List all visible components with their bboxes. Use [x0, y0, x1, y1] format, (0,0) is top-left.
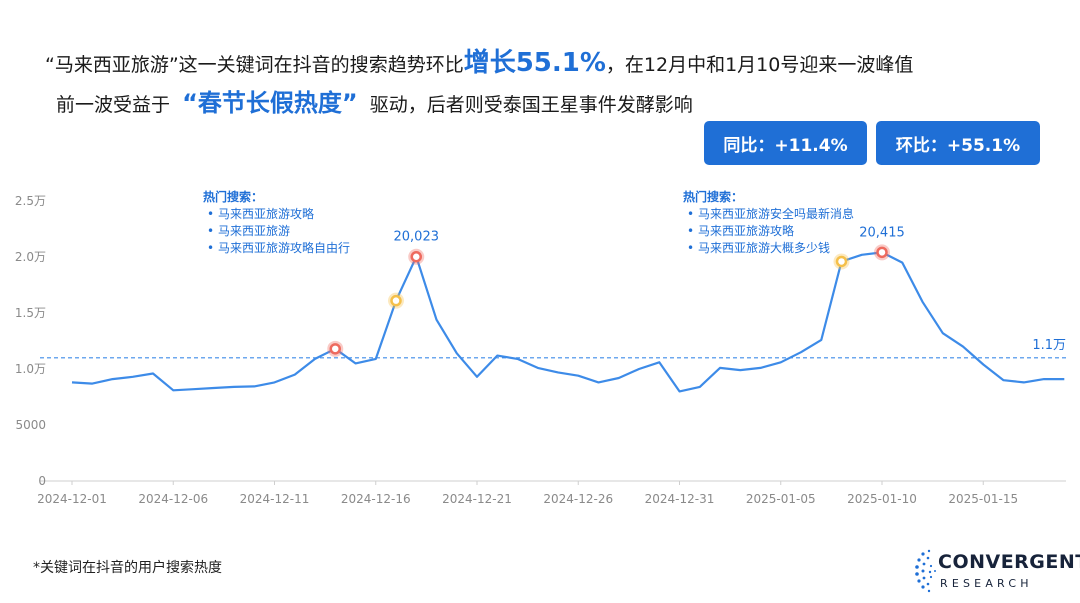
reference-line-label: 1.1万 [1032, 338, 1066, 353]
series-line [71, 251, 1065, 393]
peak-marker [390, 294, 402, 307]
annotation-bullet-icon: • [687, 224, 694, 238]
headline-line2-post: 驱动，后者则受泰国王星事件发酵影响 [369, 94, 693, 116]
footnote: *关键词在抖音的用户搜索热度 [33, 560, 222, 576]
annotation-item: 马来西亚旅游安全吗最新消息 [698, 206, 854, 221]
x-tick-label: 2024-12-31 [645, 492, 715, 506]
x-tick-label: 2024-12-06 [138, 492, 208, 506]
x-tick-label: 2025-01-05 [746, 492, 816, 506]
annotation-title: 热门搜索： [683, 189, 743, 204]
search-trend-chart: 0 5000 1.0万 1.5万 2.0万 2.5万 2024-12-01 2024-12-0… [15, 189, 1066, 506]
annotation-item: 马来西亚旅游攻略 [698, 223, 794, 238]
headline-line-1: “马来西亚旅游”这一关键词在抖音的搜索趋势环比增长55.1%，在12月中和1月1… [45, 44, 1045, 84]
x-tick-label: 2024-12-21 [442, 492, 512, 506]
logo-text-research: RESEARCH [940, 577, 1033, 590]
x-tick-label: 2024-12-01 [37, 492, 107, 506]
logo-dots-icon [915, 549, 936, 593]
annotation-item: 马来西亚旅游 [218, 224, 290, 238]
y-tick-label: 1.5万 [15, 306, 46, 320]
mom-badge: 环比：+55.1% [876, 121, 1040, 165]
x-tick-label: 2024-12-11 [240, 492, 310, 506]
peak-value-label: 20,023 [394, 230, 440, 245]
convergent-logo: CONVERGENT RESEARCH [913, 544, 1080, 596]
headline-line-2: 前一波受益于 “春节长假热度” 驱动，后者则受泰国王星事件发酵影响 [45, 84, 1045, 124]
peak-value-label: 20,415 [859, 225, 905, 240]
logo-text-convergent: CONVERGENT [938, 551, 1080, 573]
annotation-item: 马来西亚旅游攻略自由行 [218, 240, 350, 255]
annotation-bullet-icon: • [687, 207, 694, 221]
annotation-item: 马来西亚旅游大概多少钱 [698, 240, 830, 255]
y-tick-label: 2.0万 [15, 250, 46, 264]
peak-marker [410, 250, 422, 263]
x-tick-label: 2025-01-10 [847, 492, 917, 506]
x-tick-label: 2025-01-15 [948, 492, 1018, 506]
y-tick-label: 1.0万 [15, 362, 46, 376]
headline-line1-post: ，在12月中和1月10号迎来一波峰值 [605, 54, 914, 76]
peak-marker [876, 246, 888, 259]
y-tick-label: 5000 [15, 418, 46, 432]
annotation-bullet-icon: • [687, 241, 694, 255]
annotation-bullet-icon: • [207, 207, 214, 221]
annotation-bullet-icon: • [207, 224, 214, 238]
headline-line2-pre: 前一波受益于 [56, 94, 171, 116]
headline-growth-highlight: 增长55.1% [463, 48, 606, 78]
y-tick-label: 2.5万 [15, 194, 46, 208]
headline: “马来西亚旅游”这一关键词在抖音的搜索趋势环比增长55.1%，在12月中和1月1… [45, 44, 1045, 124]
y-tick-label: 0 [38, 474, 46, 488]
peak-marker [329, 343, 341, 355]
annotation-title: 热门搜索： [203, 189, 263, 204]
annotation-bullet-icon: • [207, 241, 214, 255]
headline-holiday-highlight: “春节长假热度” [182, 89, 358, 117]
x-tick-label: 2024-12-26 [543, 492, 613, 506]
headline-line1-pre: “马来西亚旅游”这一关键词在抖音的搜索趋势环比 [45, 54, 464, 76]
x-tick-label: 2024-12-16 [341, 492, 411, 506]
peak-marker [835, 255, 848, 268]
yoy-badge: 同比：+11.4% [704, 121, 867, 165]
annotation-item: 马来西亚旅游攻略 [218, 206, 314, 221]
